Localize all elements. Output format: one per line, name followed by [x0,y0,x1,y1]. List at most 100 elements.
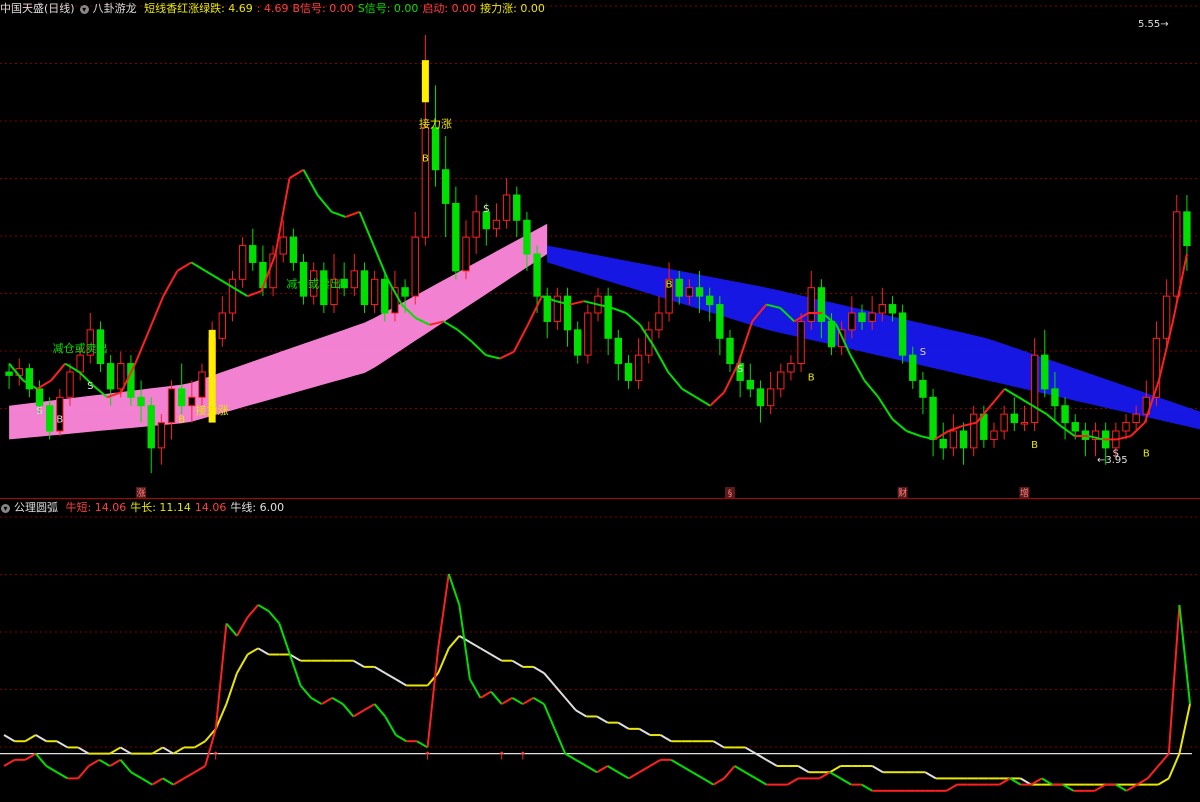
sub-indicator-name[interactable]: 公理圆弧 [14,501,58,514]
candle-up [1030,354,1039,424]
main-field-4: 启动: 0.00 [422,2,477,15]
bull-long-segment [617,721,630,730]
bull-short-segment [56,771,69,780]
bull-short-segment [861,783,873,792]
bull-short-segment [214,623,228,729]
ma-line-segment [667,371,683,390]
candle-up [584,312,592,356]
candle-down [533,253,541,297]
bull-short-segment [511,697,524,705]
candle-up [787,363,795,373]
bull-short-segment [24,752,37,761]
bull-long-segment [172,746,185,755]
bull-long-segment [24,734,37,743]
signal-label: 减仓或卖出 [286,277,341,291]
bull-short-segment [130,771,143,780]
candle-down [716,304,724,339]
ma-line-segment [50,362,66,382]
indicator-name[interactable]: 八卦游龙 [93,2,137,15]
ma-line-segment [737,321,754,364]
bull-short-segment [638,765,651,774]
candle-down [1183,211,1191,247]
bull-short-segment [35,752,48,767]
candle-up [228,278,237,314]
ma-line-segment [190,261,206,272]
bull-short-segment [1146,765,1159,780]
signal-label: S [36,406,42,417]
candle-down [827,320,836,348]
candle-down [1041,354,1049,390]
bull-short-segment [310,697,323,705]
chevron-down-icon[interactable]: ▾ [79,4,89,14]
bull-long-segment [194,740,206,749]
main-field-5: 接力涨: 0.00 [480,2,545,15]
bull-short-segment [532,697,545,705]
candle-down [614,337,623,365]
candle-up [1122,422,1130,432]
bull-long-segment [151,746,164,755]
sub-field-0: 牛短: 14.06 [65,501,127,514]
bull-short-segment [691,771,704,780]
ma-line-segment [863,379,880,398]
candle-up [462,236,470,272]
bull-short-segment [501,697,513,705]
candle-down [1061,405,1069,424]
candle-down [695,287,704,297]
candle-down [909,354,917,381]
bull-short-segment [585,765,598,774]
candle-up [76,354,84,373]
bull-long-segment [490,653,503,662]
ma-line-segment [457,329,473,343]
chart-canvas[interactable]: SBS减仓或卖出接力涨B减仓或卖出接力涨BSBSBSBS B5.55→←3.95涨… [0,0,1200,799]
candle-down [939,438,947,449]
chevron-down-icon[interactable]: ▾ [1,503,10,513]
bull-short-segment [840,777,852,786]
ma-line-segment [526,295,543,326]
event-tag: 增 [1020,487,1029,499]
ma-line-segment [1046,413,1062,427]
candle-down [340,278,348,289]
main-field-0: 短线香红涨绿跌: 4.69 [144,2,253,15]
candle-up [797,320,805,365]
security-name[interactable]: 中国天盛(日线) [0,2,75,15]
candle-up [1000,413,1008,432]
bull-long-segment [543,672,556,687]
candle-up [1162,295,1171,339]
candle-down [106,363,115,390]
bull-short-segment [607,765,619,774]
bull-long-segment [3,734,16,743]
bull-long-segment [77,746,90,755]
bull-short-segment [141,777,153,786]
candle-down [563,295,572,331]
bull-short-segment [426,648,440,748]
bull-long-segment [395,678,407,687]
signal-label: 接力涨 [196,404,229,417]
ma-line-segment [289,168,305,179]
bull-short-segment [787,777,799,786]
bull-long-segment [660,734,672,743]
candle-up [990,430,998,440]
ma-line-segment [989,388,1006,407]
bull-long-segment [56,740,69,749]
bull-long-segment [384,672,397,681]
ma-line-segment [331,210,346,218]
signal-label: S [920,347,926,358]
ma-line-segment [162,270,179,297]
bull-short-segment [437,573,450,649]
candle-down [289,236,298,263]
bull-short-segment [172,777,185,786]
stock-chart[interactable]: S B S 减仓或卖出 接力涨 B 减仓或卖出 接力涨 B S B S B S B S B 5.55→ ←3.95 涨… [0,0,1200,799]
bull-short-segment [649,758,662,767]
candle-down [573,329,582,356]
candle-down [360,270,369,306]
bull-long-segment [352,659,365,668]
ma-line-segment [204,270,220,281]
main-header: 中国天盛(日线) ▾ 八卦游龙 短线香红涨绿跌: 4.69: 4.69 B信号: 0.… [0,1,553,17]
bull-short-segment [3,758,16,767]
bull-short-segment [681,765,693,774]
candle-up [685,287,694,297]
bull-short-segment [225,622,238,637]
bull-short-segment [278,623,291,655]
candle-up [117,363,125,390]
signal-label: B [56,415,63,426]
